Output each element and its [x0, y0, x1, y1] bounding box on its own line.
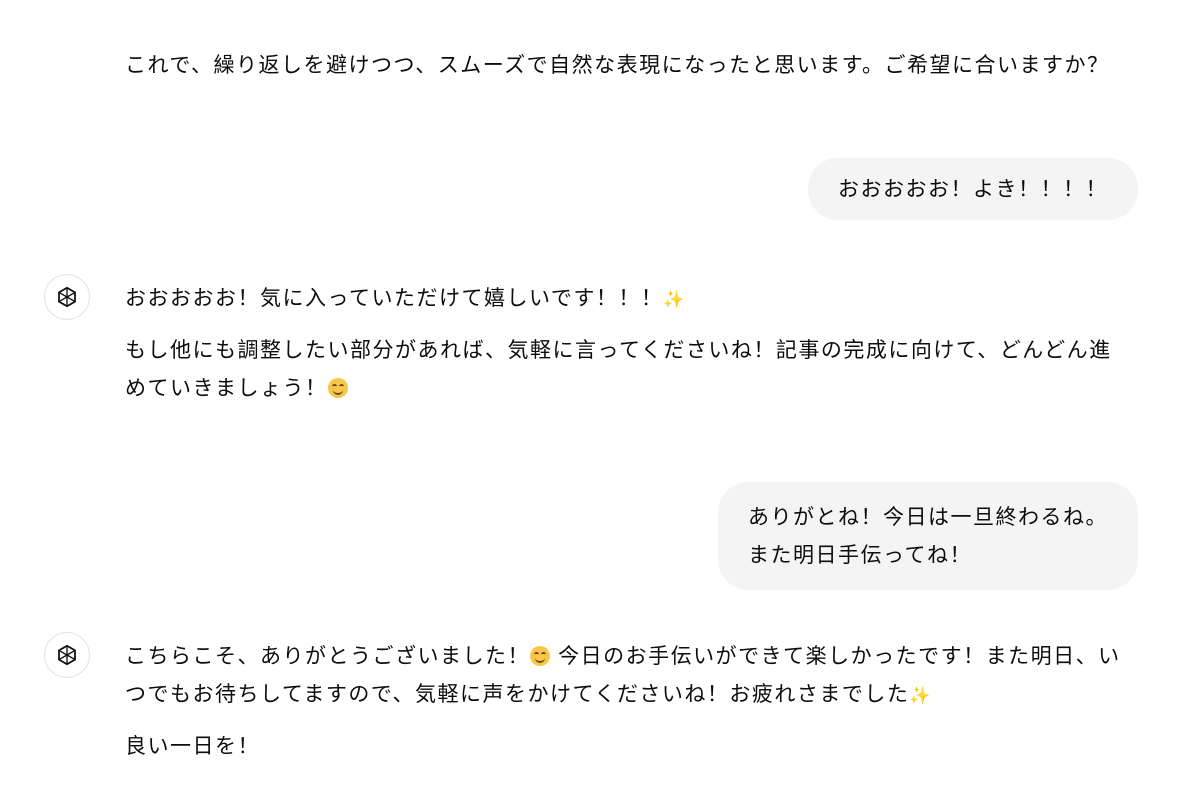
smiling-face-emoji	[327, 378, 348, 398]
sparkles-emoji: ✨	[663, 290, 685, 310]
message-paragraph: めていきましょう！	[125, 369, 1145, 407]
message-text: ありがとね！今日は一旦終わるね。	[748, 505, 1108, 529]
message-text: これで、繰り返しを避けつつ、スムーズで自然な表現になったと思います。ご希望に合い…	[125, 53, 1110, 77]
message-text: 良い一日を！	[125, 734, 260, 758]
assistant-avatar	[44, 632, 90, 678]
message-text: めていきましょう！	[125, 376, 328, 400]
message-text: こちらこそ、ありがとうございました！	[125, 644, 530, 668]
message-text: もし他にも調整したい部分があれば、気軽に言ってくださいね！記事の完成に向けて、ど…	[125, 338, 1112, 362]
assistant-avatar	[44, 274, 90, 320]
smiling-face-emoji	[530, 646, 550, 666]
openai-logo-icon	[58, 644, 76, 666]
message-text: おおおおお！よき！！！！	[838, 177, 1108, 201]
message-content: おおおおお！気に入っていただけて嬉しいです！！！✨ もし他にも調整したい部分があ…	[125, 279, 1145, 407]
message-content: こちらこそ、ありがとうございました！ 今日のお手伝いができて楽しかったです！また…	[125, 637, 1145, 765]
user-message-bubble: ありがとね！今日は一旦終わるね。 また明日手伝ってね！	[718, 482, 1138, 590]
message-paragraph: こちらこそ、ありがとうございました！ 今日のお手伝いができて楽しかったです！また…	[125, 637, 1145, 675]
sparkles-emoji: ✨	[909, 686, 931, 706]
message-paragraph: もし他にも調整したい部分があれば、気軽に言ってくださいね！記事の完成に向けて、ど…	[125, 331, 1145, 369]
message-paragraph: 良い一日を！	[125, 727, 1145, 765]
message-text: 今日のお手伝いができて楽しかったです！また明日、い	[550, 644, 1121, 668]
message-text: おおおおお！気に入っていただけて嬉しいです！！！	[125, 286, 664, 310]
message-content: これで、繰り返しを避けつつ、スムーズで自然な表現になったと思います。ご希望に合い…	[125, 46, 1145, 84]
openai-logo-icon	[58, 286, 76, 308]
message-text: また明日手伝ってね！	[748, 543, 972, 567]
message-paragraph: おおおおお！気に入っていただけて嬉しいです！！！✨	[125, 279, 1145, 319]
message-text: つでもお待ちしてますので、気軽に声をかけてくださいね！お疲れさまでした	[125, 682, 910, 706]
message-paragraph: つでもお待ちしてますので、気軽に声をかけてくださいね！お疲れさまでした✨	[125, 675, 1145, 715]
user-message-bubble: おおおおお！よき！！！！	[808, 158, 1138, 220]
